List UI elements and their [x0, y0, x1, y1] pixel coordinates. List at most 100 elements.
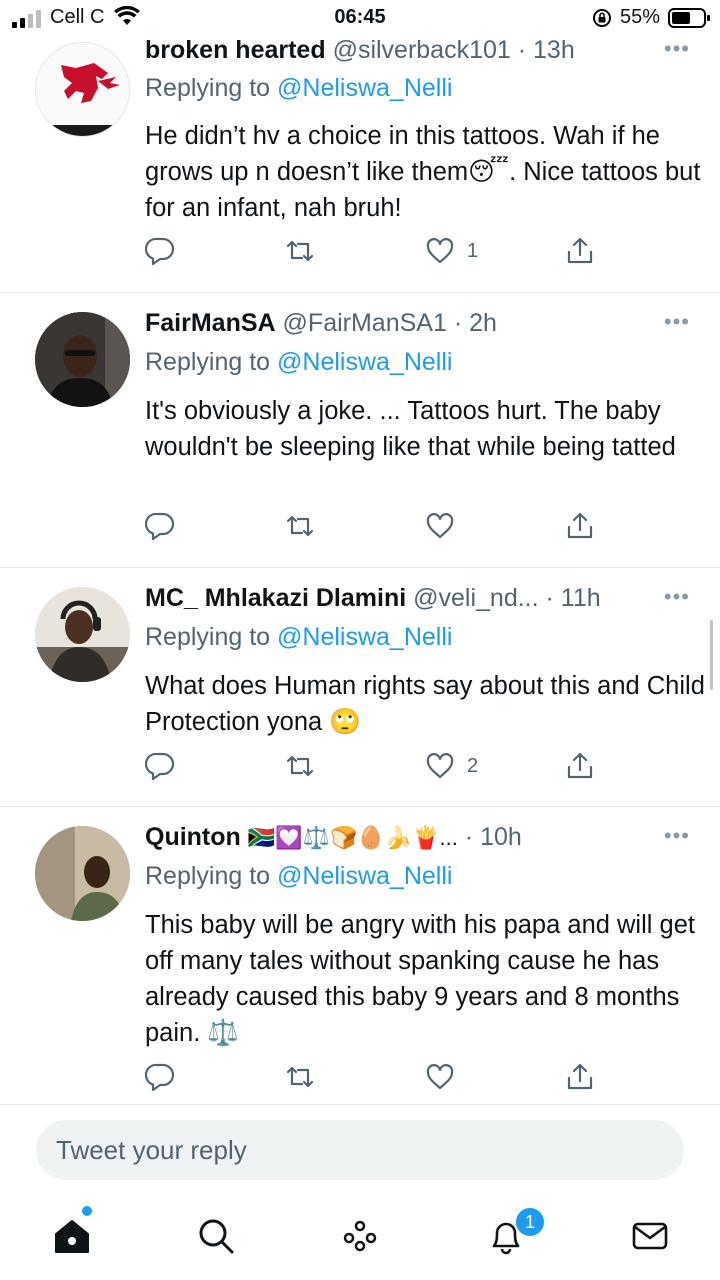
replying-to: Replying to @Neliswa_Nelli [145, 74, 452, 103]
replying-to-prefix: Replying to [145, 862, 278, 890]
like-button[interactable] [425, 1062, 455, 1096]
tweet-actions [144, 511, 705, 545]
tweet-reply-input[interactable]: Tweet your reply [36, 1120, 684, 1180]
share-button[interactable] [565, 236, 595, 270]
like-button[interactable] [425, 511, 455, 545]
notification-badge: 1 [514, 1206, 546, 1238]
heart-icon [426, 513, 454, 539]
reply-button[interactable] [144, 511, 175, 545]
more-options-icon[interactable]: ••• [664, 823, 690, 849]
profile-photo-image [35, 587, 130, 682]
share-button[interactable] [565, 1062, 595, 1096]
retweet-icon [286, 240, 314, 262]
tab-home[interactable] [52, 1216, 92, 1256]
replying-to: Replying to @Neliswa_Nelli [145, 348, 452, 377]
tweet-actions: 1 [144, 236, 705, 270]
tweet-text: He didn’t hv a choice in this tattoos. W… [145, 122, 701, 222]
author-handle[interactable]: @silverback101 [333, 36, 511, 64]
author-handle[interactable]: @veli_nd... [413, 584, 538, 612]
status-time: 06:45 [334, 6, 386, 28]
more-options-icon[interactable]: ••• [664, 36, 690, 62]
time-separator: · [457, 823, 481, 851]
retweet-icon [286, 755, 314, 777]
tweet-time[interactable]: 2h [469, 309, 497, 337]
tab-search[interactable] [196, 1216, 236, 1256]
scrollbar-thumb[interactable] [710, 620, 713, 690]
retweet-icon [286, 1066, 314, 1088]
tweet-reply[interactable]: FairManSA @FairManSA1 · 2h ••• Replying … [0, 292, 720, 568]
share-icon [567, 752, 593, 779]
avatar[interactable] [35, 587, 130, 682]
tweet-actions [144, 1062, 705, 1096]
battery-percentage: 55% [620, 6, 661, 28]
like-count: 2 [467, 755, 479, 777]
horse-logo-avatar-image [36, 43, 129, 136]
retweet-button[interactable] [285, 1062, 315, 1096]
reply-button[interactable] [144, 236, 175, 270]
avatar[interactable] [35, 826, 130, 921]
time-separator: · [510, 36, 534, 64]
tweet-text: It's obviously a joke. ... Tattoos hurt.… [145, 397, 676, 461]
more-options-icon[interactable]: ••• [664, 309, 690, 335]
tweet-reply[interactable]: broken hearted @silverback101 · 13h ••• … [0, 36, 720, 293]
replying-to: Replying to @Neliswa_Nelli [145, 623, 452, 652]
share-button[interactable] [565, 751, 595, 785]
author-name[interactable]: Quinton [145, 823, 241, 851]
author-handle[interactable]: @FairManSA1 [283, 309, 447, 337]
tweet-time[interactable]: 10h [480, 823, 522, 851]
retweet-icon [286, 515, 314, 537]
tweet-time[interactable]: 13h [533, 36, 575, 64]
mention-link[interactable]: @Neliswa_Nelli [277, 348, 452, 376]
share-icon [567, 1063, 593, 1090]
mention-link[interactable]: @Neliswa_Nelli [277, 862, 452, 890]
heart-icon [426, 238, 454, 264]
share-icon [567, 237, 593, 264]
tab-spaces[interactable] [340, 1216, 380, 1256]
status-bar: Cell C 06:45 55% [0, 0, 720, 38]
author-name[interactable]: MC_ Mhlakazi Dlamini [145, 584, 406, 612]
mention-link[interactable]: @Neliswa_Nelli [277, 74, 452, 102]
tweet-actions: 2 [144, 751, 705, 785]
like-button[interactable]: 1 [425, 236, 478, 270]
retweet-button[interactable] [285, 751, 315, 785]
tweet-text: This baby will be angry with his papa an… [145, 911, 695, 1047]
share-button[interactable] [565, 511, 595, 545]
mention-link[interactable]: @Neliswa_Nelli [277, 623, 452, 651]
new-content-indicator [82, 1206, 92, 1216]
comment-icon [144, 1063, 175, 1092]
tweet-header: MC_ Mhlakazi Dlamini @veli_nd... · 11h •… [145, 584, 690, 616]
profile-photo-image [35, 312, 130, 407]
tab-messages[interactable] [630, 1216, 670, 1256]
author-name[interactable]: FairManSA [145, 309, 276, 337]
author-name-emojis: 🇿🇦💟⚖️🍞🥚🍌🍟... [247, 825, 458, 851]
more-options-icon[interactable]: ••• [664, 584, 690, 610]
comment-icon [144, 512, 175, 541]
avatar[interactable] [35, 42, 130, 137]
share-icon [567, 512, 593, 539]
comment-icon [144, 752, 175, 781]
like-button[interactable]: 2 [425, 751, 478, 785]
bottom-tab-bar: 1 [0, 1196, 720, 1280]
reply-button[interactable] [144, 751, 175, 785]
tweet-time[interactable]: 11h [561, 584, 601, 612]
tweet-header: FairManSA @FairManSA1 · 2h ••• [145, 309, 690, 341]
tweet-header: broken hearted @silverback101 · 13h ••• [145, 36, 690, 68]
tweet-reply[interactable]: Quinton 🇿🇦💟⚖️🍞🥚🍌🍟... · 10h ••• Replying … [0, 806, 720, 1105]
heart-icon [426, 1064, 454, 1090]
replying-to-prefix: Replying to [145, 623, 278, 651]
time-separator: · [446, 309, 470, 337]
search-icon [199, 1219, 234, 1254]
tweet-text: What does Human rights say about this an… [145, 672, 705, 736]
avatar[interactable] [35, 312, 130, 407]
spaces-icon [343, 1220, 377, 1252]
reply-button[interactable] [144, 1062, 175, 1096]
profile-photo-image [35, 826, 130, 921]
tweet-thread-screen: Cell C 06:45 55% broken hearted @silverb… [0, 0, 720, 1280]
retweet-button[interactable] [285, 236, 315, 270]
replying-to-prefix: Replying to [145, 74, 278, 102]
tweet-reply[interactable]: MC_ Mhlakazi Dlamini @veli_nd... · 11h •… [0, 567, 720, 807]
heart-icon [426, 753, 454, 779]
retweet-button[interactable] [285, 511, 315, 545]
author-name[interactable]: broken hearted [145, 36, 326, 64]
replying-to-prefix: Replying to [145, 348, 278, 376]
